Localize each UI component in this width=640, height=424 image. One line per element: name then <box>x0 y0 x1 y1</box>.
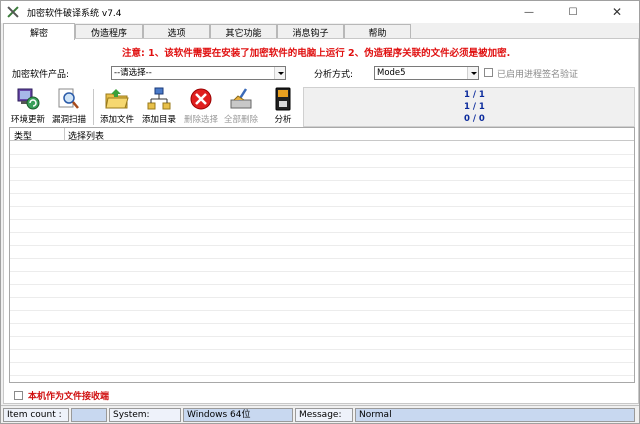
app-logo-icon <box>7 6 19 18</box>
column-type[interactable]: 类型 <box>14 129 32 142</box>
mode-label: 分析方式: <box>314 70 354 80</box>
row-gridline <box>10 258 634 259</box>
product-label: 加密软件产品: <box>12 70 70 80</box>
row-gridline <box>10 297 634 298</box>
disk-icon <box>270 87 296 111</box>
counter-2: 1 / 1 <box>464 102 485 112</box>
receiver-option[interactable]: 本机作为文件接收端 <box>14 389 109 402</box>
delete-icon <box>188 87 214 111</box>
row-gridline <box>10 336 634 337</box>
verify-checkbox[interactable] <box>484 68 493 77</box>
row-gridline <box>10 154 634 155</box>
receiver-label: 本机作为文件接收端 <box>28 392 110 402</box>
environment-update-icon <box>15 87 41 111</box>
product-select-value: --请选择-- <box>114 68 152 78</box>
row-gridline <box>10 167 634 168</box>
environment-update-button[interactable]: 环境更新 <box>7 87 49 127</box>
maximize-button[interactable]: ☐ <box>551 1 595 23</box>
row-gridline <box>10 375 634 376</box>
broom-icon <box>228 87 254 111</box>
row-gridline <box>10 180 634 181</box>
chevron-down-icon[interactable] <box>467 67 478 79</box>
tab-decrypt[interactable]: 解密 <box>3 23 75 40</box>
tab-help[interactable]: 帮助 <box>344 24 411 39</box>
vulnerability-scan-label: 漏洞扫描 <box>51 115 86 125</box>
decrypt-panel: 注意: 1、该软件需要在安装了加密软件的电脑上运行 2、伪造程序关联的文件必须是… <box>3 38 639 404</box>
row-gridline <box>10 206 634 207</box>
row-gridline <box>10 349 634 350</box>
title-bar: 加密软件破译系统 v7.4 — ☐ ✕ <box>1 1 639 23</box>
row-gridline <box>10 284 634 285</box>
status-bar: Item count : System: Windows 64位 Message… <box>1 405 639 423</box>
toolbar-separator <box>93 89 94 125</box>
delete-selected-label: 删除选择 <box>183 115 218 125</box>
counter-panel: 1 / 1 1 / 1 0 / 0 <box>303 87 635 127</box>
system-label: System: <box>109 408 181 422</box>
row-gridline <box>10 271 634 272</box>
row-gridline <box>10 219 634 220</box>
row-gridline <box>10 193 634 194</box>
add-file-button[interactable]: 添加文件 <box>96 87 138 127</box>
tab-options[interactable]: 选项 <box>143 24 210 39</box>
tab-fake-program[interactable]: 伪造程序 <box>75 24 143 39</box>
product-select[interactable]: --请选择-- <box>111 66 286 80</box>
notice-text: 注意: 1、该软件需要在安装了加密软件的电脑上运行 2、伪造程序关联的文件必须是… <box>122 48 511 59</box>
close-button[interactable]: ✕ <box>595 1 639 23</box>
counter-3: 0 / 0 <box>464 114 485 124</box>
column-selection-list[interactable]: 选择列表 <box>68 129 104 142</box>
verify-label: 已启用进程签名验证 <box>497 70 579 80</box>
row-gridline <box>10 323 634 324</box>
message-label: Message: <box>295 408 353 422</box>
mode-select-value: Mode5 <box>377 68 406 78</box>
mode-select[interactable]: Mode5 <box>374 66 479 80</box>
chevron-down-icon[interactable] <box>274 67 285 79</box>
item-count-label: Item count : <box>3 408 69 422</box>
system-value: Windows 64位 <box>183 408 293 422</box>
selection-list[interactable]: 类型 选择列表 <box>9 127 635 383</box>
directory-tree-icon <box>146 87 172 111</box>
list-header: 类型 选择列表 <box>10 128 634 142</box>
vulnerability-scan-button[interactable]: 漏洞扫描 <box>48 87 90 127</box>
analyze-label: 分析 <box>274 115 292 125</box>
row-gridline <box>10 245 634 246</box>
row-gridline <box>10 310 634 311</box>
row-gridline <box>10 232 634 233</box>
analyze-button[interactable]: 分析 <box>262 87 304 127</box>
delete-all-button[interactable]: 全部删除 <box>220 87 262 127</box>
item-count-value <box>71 408 107 422</box>
receiver-checkbox[interactable] <box>14 391 23 400</box>
message-value: Normal <box>355 408 635 422</box>
minimize-button[interactable]: — <box>507 1 551 23</box>
environment-update-label: 环境更新 <box>10 115 45 125</box>
app-window: 加密软件破译系统 v7.4 — ☐ ✕ 解密 伪造程序 选项 其它功能 消息钩子… <box>0 0 640 424</box>
column-divider[interactable] <box>64 128 65 141</box>
window-title: 加密软件破译系统 v7.4 <box>27 8 122 19</box>
delete-all-label: 全部删除 <box>223 115 258 125</box>
tab-bar: 解密 伪造程序 选项 其它功能 消息钩子 帮助 <box>3 23 639 40</box>
add-directory-label: 添加目录 <box>141 115 176 125</box>
row-gridline <box>10 362 634 363</box>
counter-1: 1 / 1 <box>464 90 485 100</box>
open-folder-icon <box>104 87 130 111</box>
delete-selected-button[interactable]: 删除选择 <box>180 87 222 127</box>
magnifier-scan-icon <box>56 87 82 111</box>
add-directory-button[interactable]: 添加目录 <box>138 87 180 127</box>
add-file-label: 添加文件 <box>99 115 134 125</box>
tab-other-functions[interactable]: 其它功能 <box>210 24 277 39</box>
tab-message-hook[interactable]: 消息钩子 <box>277 24 344 39</box>
